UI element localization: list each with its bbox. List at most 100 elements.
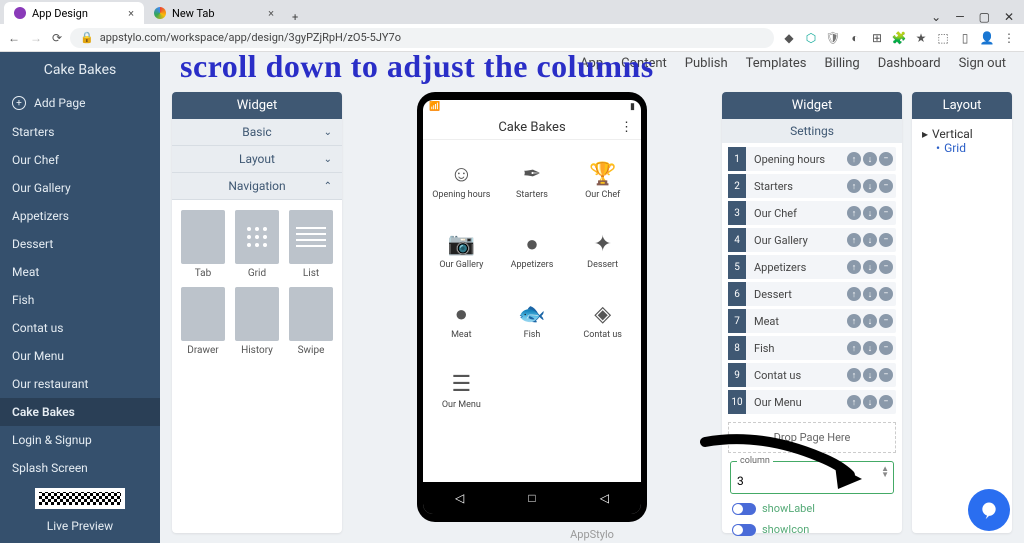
accordion-basic[interactable]: Basic⌄ — [172, 119, 342, 146]
phone-grid-item[interactable]: ☰Our Menu — [427, 356, 496, 424]
sidebar-item[interactable]: Cake Bakes — [0, 398, 160, 426]
browser-tab[interactable]: New Tab × — [144, 2, 284, 24]
template-list[interactable]: List — [288, 210, 334, 279]
phone-grid-item[interactable]: ☺Opening hours — [427, 146, 496, 214]
close-icon[interactable]: × — [268, 7, 274, 20]
minimize-icon[interactable]: — — [955, 10, 964, 24]
sidebar-item[interactable]: Contat us — [0, 314, 160, 342]
nav-signout[interactable]: Sign out — [959, 56, 1006, 71]
avatar-icon[interactable]: 👤 — [980, 31, 994, 45]
remove-icon[interactable]: − — [879, 395, 893, 409]
nav-square-icon[interactable]: □ — [528, 491, 535, 505]
remove-icon[interactable]: − — [879, 233, 893, 247]
move-down-icon[interactable]: ↓ — [863, 395, 877, 409]
nav-templates[interactable]: Templates — [746, 56, 807, 71]
template-tab[interactable]: Tab — [180, 210, 226, 279]
nav-triangle-icon[interactable]: ◁ — [455, 491, 464, 505]
move-down-icon[interactable]: ↓ — [863, 233, 877, 247]
template-drawer[interactable]: Drawer — [180, 287, 226, 356]
remove-icon[interactable]: − — [879, 368, 893, 382]
move-up-icon[interactable]: ↑ — [847, 368, 861, 382]
nav-back-icon[interactable]: ◁ — [600, 491, 609, 505]
sidebar-item[interactable]: Appetizers — [0, 202, 160, 230]
menu-icon[interactable]: ⋮ — [1002, 31, 1016, 45]
sidebar-item[interactable]: Our Menu — [0, 342, 160, 370]
remove-icon[interactable]: − — [879, 287, 893, 301]
move-down-icon[interactable]: ↓ — [863, 179, 877, 193]
close-icon[interactable]: × — [128, 7, 134, 20]
phone-grid-item[interactable]: 🐟Fish — [498, 286, 567, 354]
phone-grid-item[interactable]: ✦Dessert — [568, 216, 637, 284]
phone-grid-item[interactable]: ●Appetizers — [498, 216, 567, 284]
move-up-icon[interactable]: ↑ — [847, 179, 861, 193]
browser-tab-active[interactable]: App Design × — [4, 2, 144, 24]
toggle-icon[interactable] — [732, 524, 756, 536]
remove-icon[interactable]: − — [879, 341, 893, 355]
move-down-icon[interactable]: ↓ — [863, 206, 877, 220]
move-up-icon[interactable]: ↑ — [847, 260, 861, 274]
move-up-icon[interactable]: ↑ — [847, 206, 861, 220]
toggle-icon[interactable] — [732, 503, 756, 515]
move-down-icon[interactable]: ↓ — [863, 152, 877, 166]
sidebar-item[interactable]: Splash Screen — [0, 454, 160, 482]
nav-publish[interactable]: Publish — [685, 56, 728, 71]
sidebar-item[interactable]: Fish — [0, 286, 160, 314]
close-window-icon[interactable]: ✕ — [1004, 10, 1014, 24]
column-input[interactable] — [737, 474, 887, 488]
reload-icon[interactable]: ⟳ — [52, 31, 62, 45]
layout-grid[interactable]: • Grid — [936, 141, 1002, 155]
move-up-icon[interactable]: ↑ — [847, 341, 861, 355]
phone-grid-item[interactable]: ●Meat — [427, 286, 496, 354]
more-icon[interactable]: ⋮ — [620, 120, 633, 135]
url-input[interactable]: 🔒 appstylo.com/workspace/app/design/3gyP… — [70, 28, 774, 48]
sidebar-item[interactable]: Our Chef — [0, 146, 160, 174]
move-up-icon[interactable]: ↑ — [847, 287, 861, 301]
phone-grid-item[interactable]: ✒Starters — [498, 146, 567, 214]
sidebar-item[interactable]: Starters — [0, 118, 160, 146]
template-grid[interactable]: Grid — [234, 210, 280, 279]
ext-icon[interactable]: 🧩 — [892, 31, 906, 45]
move-up-icon[interactable]: ↑ — [847, 233, 861, 247]
ext-icon[interactable]: ⊞ — [870, 31, 884, 45]
remove-icon[interactable]: − — [879, 152, 893, 166]
phone-grid-item[interactable]: ◈Contat us — [568, 286, 637, 354]
ext-icon[interactable]: ◐ — [848, 31, 862, 45]
remove-icon[interactable]: − — [879, 206, 893, 220]
remove-icon[interactable]: − — [879, 260, 893, 274]
move-down-icon[interactable]: ↓ — [863, 314, 877, 328]
move-up-icon[interactable]: ↑ — [847, 314, 861, 328]
template-history[interactable]: History — [234, 287, 280, 356]
nav-billing[interactable]: Billing — [824, 56, 859, 71]
stepper-buttons[interactable]: ▲▼ — [881, 466, 889, 478]
maximize-icon[interactable]: ▢ — [979, 10, 990, 24]
remove-icon[interactable]: − — [879, 179, 893, 193]
move-up-icon[interactable]: ↑ — [847, 395, 861, 409]
accordion-layout[interactable]: Layout⌄ — [172, 146, 342, 173]
accordion-navigation[interactable]: Navigation⌃ — [172, 173, 342, 200]
live-preview-label[interactable]: Live Preview — [0, 513, 160, 543]
forward-icon[interactable]: → — [30, 31, 42, 45]
ext-icon[interactable]: ★ — [914, 31, 928, 45]
phone-grid-item[interactable]: 🏆Our Chef — [568, 146, 637, 214]
new-tab-button[interactable]: + — [284, 11, 306, 24]
template-swipe[interactable]: Swipe — [288, 287, 334, 356]
sidebar-item[interactable]: Meat — [0, 258, 160, 286]
add-page-button[interactable]: + Add Page — [0, 88, 160, 118]
sidebar-item[interactable]: Our restaurant — [0, 370, 160, 398]
sidebar-item[interactable]: Our Gallery — [0, 174, 160, 202]
ext-icon[interactable]: ▯ — [958, 31, 972, 45]
layout-vertical[interactable]: ▸ Vertical — [922, 127, 1002, 141]
move-down-icon[interactable]: ↓ — [863, 368, 877, 382]
move-up-icon[interactable]: ↑ — [847, 152, 861, 166]
drop-zone[interactable]: Drop Page Here — [728, 422, 896, 453]
move-down-icon[interactable]: ↓ — [863, 287, 877, 301]
back-icon[interactable]: ← — [8, 31, 20, 45]
sidebar-item[interactable]: Login & Signup — [0, 426, 160, 454]
ext-icon[interactable]: ◆ — [782, 31, 796, 45]
move-down-icon[interactable]: ↓ — [863, 341, 877, 355]
toggle-show-icon[interactable]: showIcon — [722, 519, 902, 540]
ext-icon[interactable]: ⬚ — [936, 31, 950, 45]
phone-grid-item[interactable]: 📷Our Gallery — [427, 216, 496, 284]
toggle-show-label[interactable]: showLabel — [722, 498, 902, 519]
ext-icon[interactable]: ⬡ — [804, 31, 818, 45]
